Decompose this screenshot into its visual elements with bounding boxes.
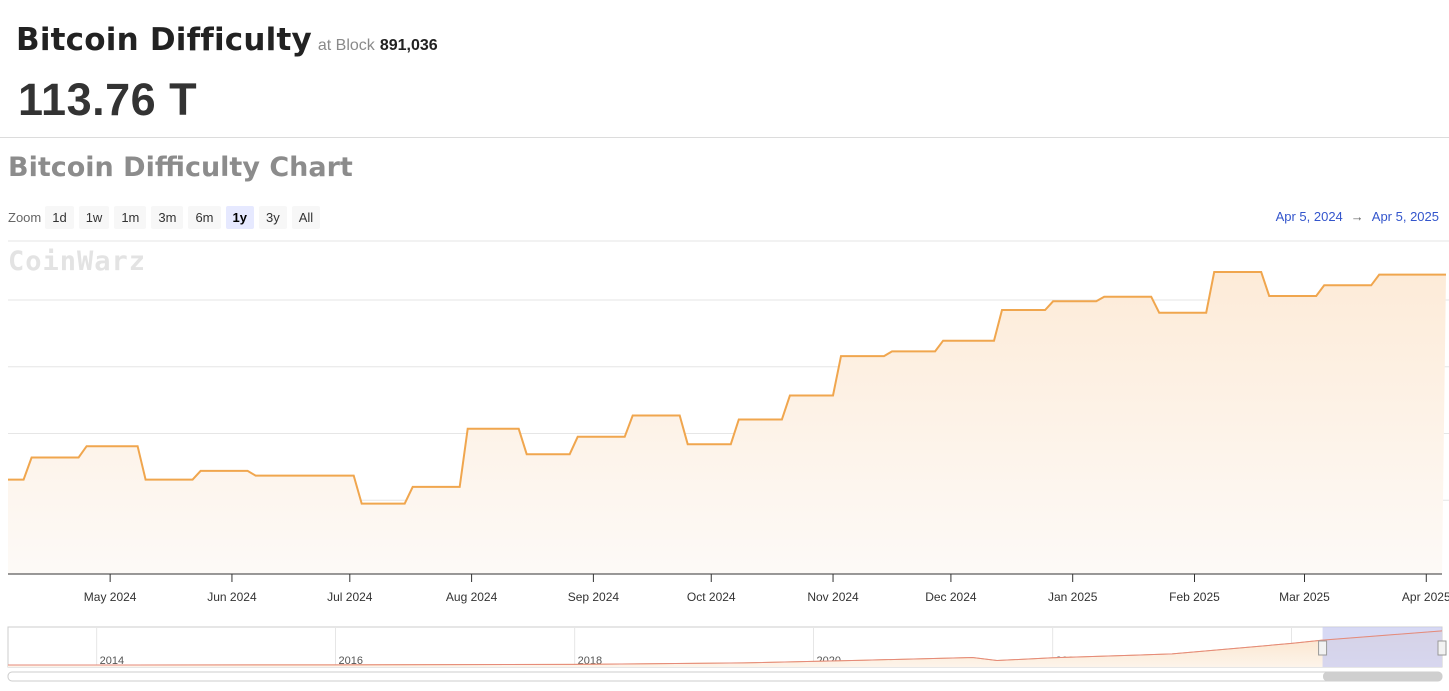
- x-tick-label: Nov 2024: [807, 590, 859, 604]
- x-tick-label: Mar 2025: [1279, 590, 1330, 604]
- x-tick-label: Sep 2024: [568, 590, 620, 604]
- x-tick-label: Jul 2024: [327, 590, 373, 604]
- x-tick-label: Apr 2025: [1402, 590, 1449, 604]
- difficulty-area: [8, 272, 1446, 574]
- x-tick-label: Jun 2024: [207, 590, 257, 604]
- x-tick-label: Feb 2025: [1169, 590, 1220, 604]
- navigator-selection[interactable]: [1322, 627, 1442, 667]
- scrollbar-thumb[interactable]: [1323, 672, 1442, 681]
- navigator[interactable]: 201420162018202020222024: [7, 626, 1447, 668]
- watermark-logo: CoinWarz: [8, 246, 146, 277]
- navigator-left-handle[interactable]: [1318, 640, 1328, 656]
- scrollbar-track[interactable]: [7, 671, 1443, 682]
- x-tick-label: Dec 2024: [925, 590, 977, 604]
- x-tick-label: Aug 2024: [446, 590, 498, 604]
- navigator-right-handle[interactable]: [1437, 640, 1447, 656]
- x-tick-label: Jan 2025: [1048, 590, 1098, 604]
- x-tick-label: May 2024: [84, 590, 137, 604]
- difficulty-chart[interactable]: CoinWarz 70 T80 T90 T100 T110 T May 2024…: [0, 0, 1449, 691]
- x-tick-label: Oct 2024: [687, 590, 736, 604]
